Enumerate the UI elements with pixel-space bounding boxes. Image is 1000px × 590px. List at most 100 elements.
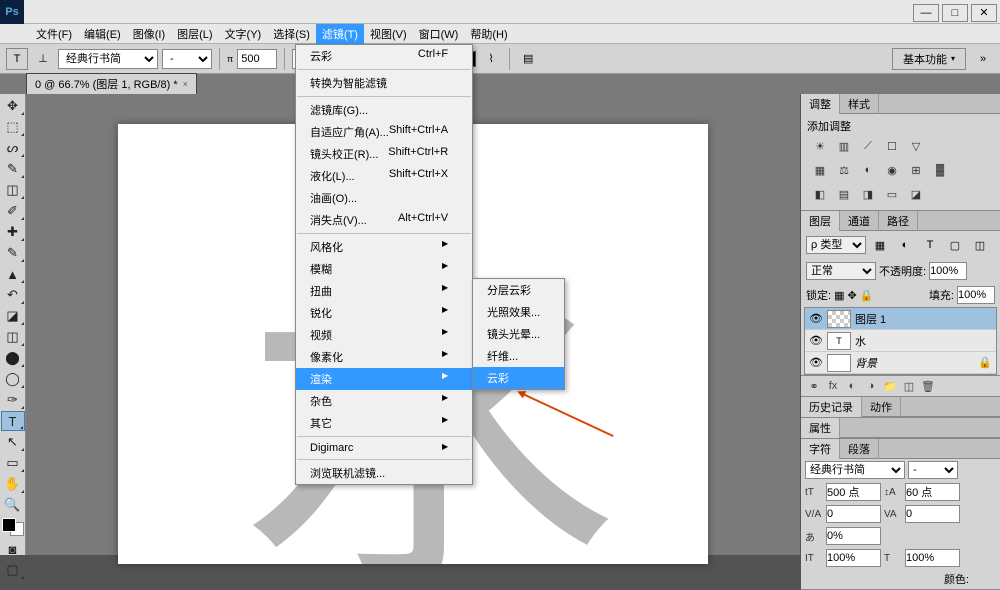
screen-mode-toggle[interactable]: ▢	[1, 560, 25, 580]
delete-layer-icon[interactable]: 🗑	[920, 379, 936, 393]
tab-layers[interactable]: 图层	[801, 211, 840, 231]
gradient-tool[interactable]: ◫	[1, 327, 25, 347]
expand-panels-icon[interactable]: »	[972, 48, 994, 70]
lasso-tool[interactable]: ᔕ	[1, 138, 25, 158]
menu-item-oil-paint[interactable]: 油画(O)...	[296, 187, 472, 209]
menu-item-sharpen[interactable]: 锐化	[296, 302, 472, 324]
char-hscale-input[interactable]	[905, 549, 960, 567]
menu-item-fibers[interactable]: 纤维...	[473, 345, 564, 367]
color-swatches[interactable]	[2, 518, 24, 536]
adj-invert-icon[interactable]: ◧	[811, 186, 829, 202]
adj-photo-filter-icon[interactable]: ◉	[883, 162, 901, 178]
opacity-input[interactable]	[929, 262, 967, 280]
char-kerning-input[interactable]	[826, 505, 881, 523]
menu-item-clouds[interactable]: 云彩	[473, 367, 564, 389]
lock-position-icon[interactable]: ✥	[847, 289, 856, 302]
type-tool[interactable]: T	[1, 411, 25, 431]
menu-item-noise[interactable]: 杂色	[296, 390, 472, 412]
blur-tool[interactable]: ⬤	[1, 348, 25, 368]
new-group-icon[interactable]: 📁	[882, 379, 898, 393]
healing-tool[interactable]: ✚	[1, 222, 25, 242]
path-select-tool[interactable]: ↖	[1, 432, 25, 452]
new-fill-icon[interactable]: ◑	[863, 379, 879, 393]
font-style-select[interactable]: -	[162, 49, 212, 69]
link-layers-icon[interactable]: ⚭	[806, 379, 822, 393]
layer-fx-icon[interactable]: fx	[825, 379, 841, 393]
adj-hue-icon[interactable]: ▦	[811, 162, 829, 178]
tab-styles[interactable]: 样式	[840, 94, 879, 114]
char-vscale-input[interactable]	[826, 549, 881, 567]
layer-thumb[interactable]	[827, 354, 851, 372]
adj-mixer-icon[interactable]: ⊞	[907, 162, 925, 178]
close-document-icon[interactable]: ×	[183, 79, 188, 89]
quick-select-tool[interactable]: ✎	[1, 159, 25, 179]
menu-file[interactable]: 文件(F)	[30, 24, 78, 44]
visibility-icon[interactable]: 👁	[809, 334, 823, 347]
menu-item-other[interactable]: 其它	[296, 412, 472, 434]
lock-pixels-icon[interactable]: ▦	[834, 289, 844, 302]
filter-smart-icon[interactable]: ◫	[969, 234, 991, 256]
window-close[interactable]: ✕	[971, 4, 997, 22]
menu-item-distort[interactable]: 扭曲	[296, 280, 472, 302]
dodge-tool[interactable]: ◯	[1, 369, 25, 389]
adj-threshold-icon[interactable]: ◨	[859, 186, 877, 202]
layer-item[interactable]: 👁 图层 1	[805, 308, 996, 330]
menu-item-filter-gallery[interactable]: 滤镜库(G)...	[296, 99, 472, 121]
char-size-input[interactable]	[826, 483, 881, 501]
menu-item-lens-flare[interactable]: 镜头光晕...	[473, 323, 564, 345]
pen-tool[interactable]: ✑	[1, 390, 25, 410]
menu-item-render[interactable]: 渲染	[296, 368, 472, 390]
tab-paths[interactable]: 路径	[879, 211, 918, 231]
menu-item-vanishing-point[interactable]: 消失点(V)...Alt+Ctrl+V	[296, 209, 472, 231]
adj-gradient-map-icon[interactable]: ▭	[883, 186, 901, 202]
window-maximize[interactable]: □	[942, 4, 968, 22]
visibility-icon[interactable]: 👁	[809, 312, 823, 325]
menu-item-pixelate[interactable]: 像素化	[296, 346, 472, 368]
adj-vibrance-icon[interactable]: ▽	[907, 138, 925, 154]
menu-item-last-filter[interactable]: 云彩Ctrl+F	[296, 45, 472, 67]
eraser-tool[interactable]: ◪	[1, 306, 25, 326]
char-font-select[interactable]: 经典行书简	[805, 461, 905, 479]
adj-exposure-icon[interactable]: ☐	[883, 138, 901, 154]
char-style-select[interactable]: -	[908, 461, 958, 479]
shape-tool[interactable]: ▭	[1, 453, 25, 473]
menu-filter[interactable]: 滤镜(T)	[316, 24, 364, 44]
layer-thumb[interactable]: T	[827, 332, 851, 350]
char-leading-input[interactable]	[905, 483, 960, 501]
adj-selective-icon[interactable]: ◪	[907, 186, 925, 202]
brush-tool[interactable]: ✎	[1, 243, 25, 263]
menu-item-smart-filter[interactable]: 转换为智能滤镜	[296, 72, 472, 94]
menu-view[interactable]: 视图(V)	[364, 24, 413, 44]
adj-posterize-icon[interactable]: ▤	[835, 186, 853, 202]
visibility-icon[interactable]: 👁	[809, 356, 823, 369]
adj-balance-icon[interactable]: ⚖	[835, 162, 853, 178]
adj-brightness-icon[interactable]: ☀	[811, 138, 829, 154]
filter-type-icon[interactable]: T	[919, 234, 941, 256]
menu-image[interactable]: 图像(I)	[127, 24, 171, 44]
layer-item[interactable]: 👁 背景 🔒	[805, 352, 996, 374]
fill-input[interactable]	[957, 286, 995, 304]
layer-name[interactable]: 水	[855, 333, 866, 349]
tab-adjustments[interactable]: 调整	[801, 94, 840, 114]
tab-properties[interactable]: 属性	[801, 418, 840, 438]
menu-window[interactable]: 窗口(W)	[413, 24, 465, 44]
menu-edit[interactable]: 编辑(E)	[78, 24, 127, 44]
menu-item-lens-correction[interactable]: 镜头校正(R)...Shift+Ctrl+R	[296, 143, 472, 165]
menu-help[interactable]: 帮助(H)	[464, 24, 513, 44]
tab-channels[interactable]: 通道	[840, 211, 879, 231]
menu-item-blur[interactable]: 模糊	[296, 258, 472, 280]
hand-tool[interactable]: ✋	[1, 474, 25, 494]
layer-thumb[interactable]	[827, 310, 851, 328]
filter-shape-icon[interactable]: ▢	[944, 234, 966, 256]
document-tab[interactable]: 0 @ 66.7% (图层 1, RGB/8) * ×	[26, 73, 197, 94]
tab-character[interactable]: 字符	[801, 439, 840, 459]
quick-mask-toggle[interactable]: ◙	[1, 539, 25, 559]
font-family-select[interactable]: 经典行书简	[58, 49, 158, 69]
tab-actions[interactable]: 动作	[862, 397, 901, 417]
menu-type[interactable]: 文字(Y)	[219, 24, 268, 44]
menu-layer[interactable]: 图层(L)	[171, 24, 218, 44]
menu-item-adaptive-wide[interactable]: 自适应广角(A)...Shift+Ctrl+A	[296, 121, 472, 143]
filter-adjust-icon[interactable]: ◐	[894, 234, 916, 256]
window-minimize[interactable]: —	[913, 4, 939, 22]
menu-item-stylize[interactable]: 风格化	[296, 236, 472, 258]
